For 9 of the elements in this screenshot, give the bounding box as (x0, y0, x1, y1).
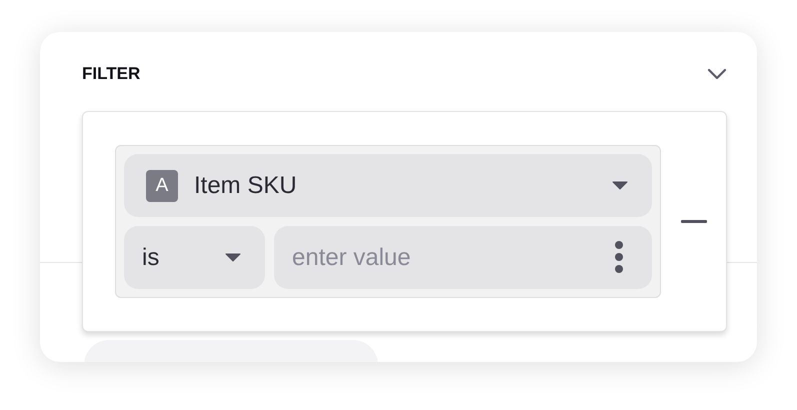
more-icon[interactable] (614, 240, 624, 274)
panel-title: FILTER (82, 64, 140, 84)
type-badge: A (146, 170, 178, 202)
operator-select[interactable]: is (124, 226, 265, 289)
chevron-down-icon[interactable] (707, 68, 727, 80)
field-select[interactable]: A Item SKU (124, 154, 652, 217)
value-field[interactable]: enter value (274, 226, 652, 289)
caret-icon (612, 181, 628, 190)
caret-icon (225, 253, 241, 262)
